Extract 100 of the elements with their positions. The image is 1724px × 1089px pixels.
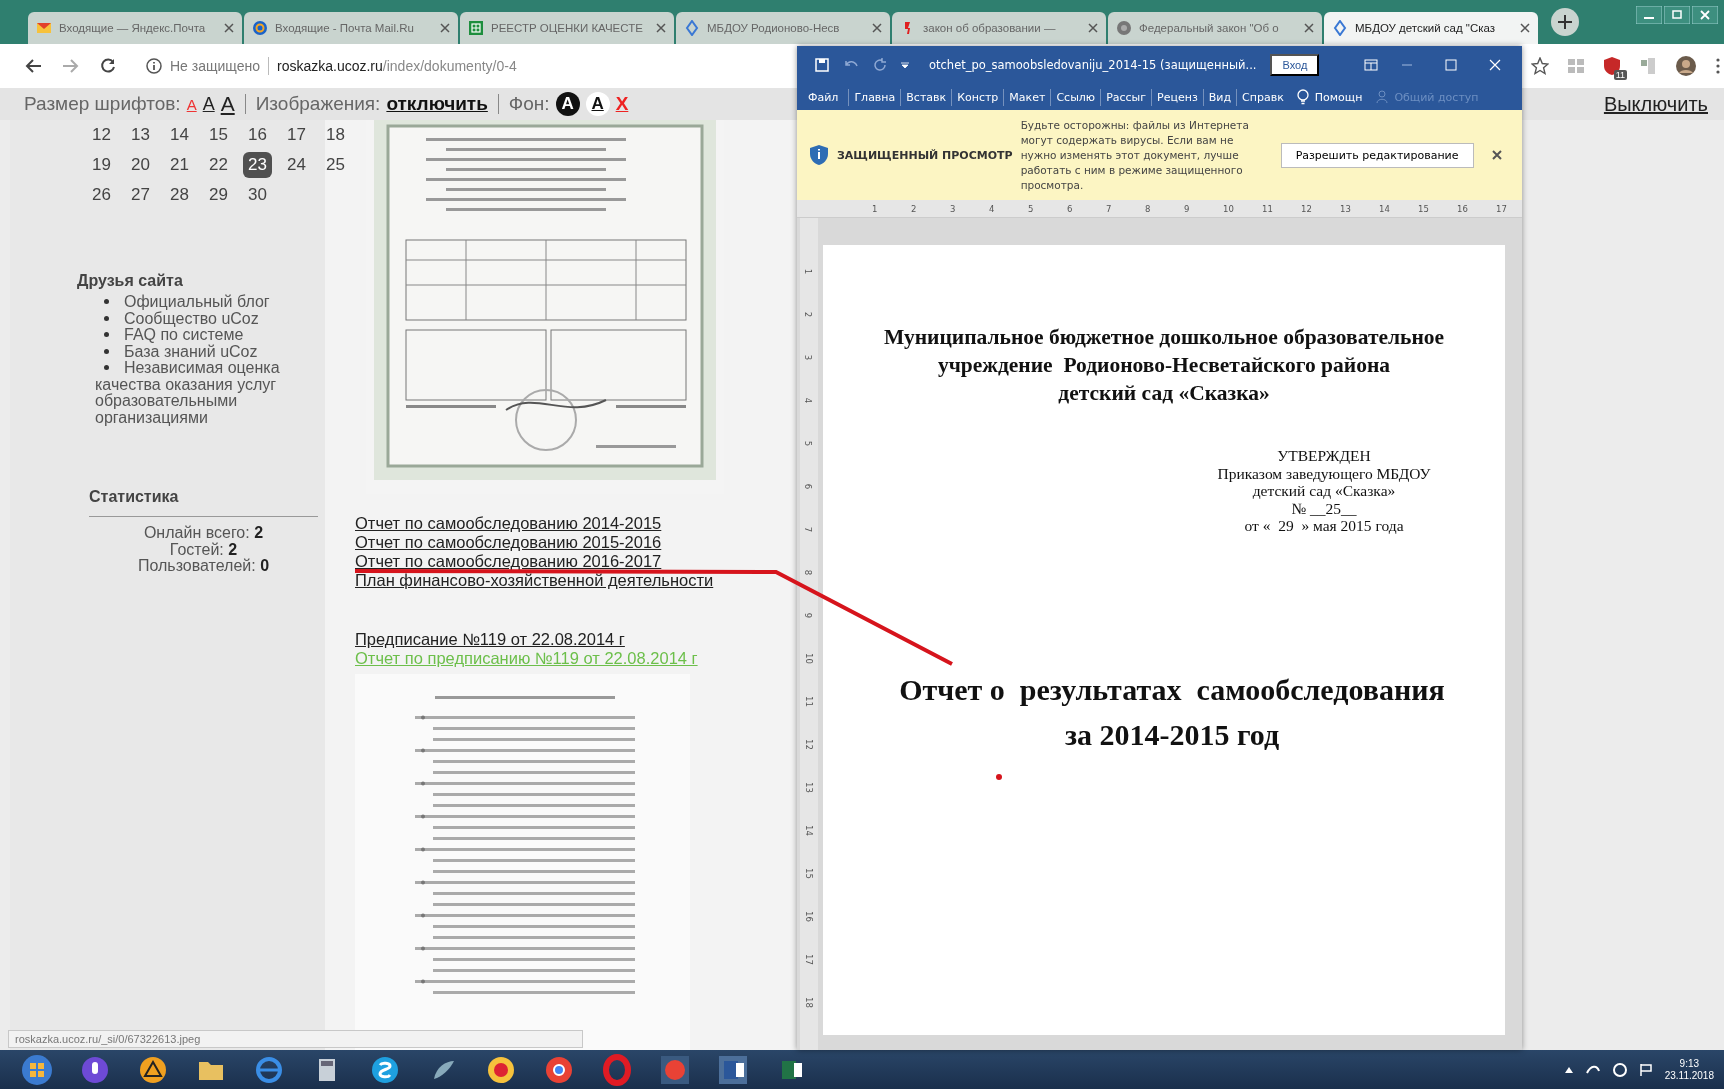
calendar-day[interactable]: 14 (165, 122, 194, 148)
close-icon[interactable] (1692, 6, 1718, 24)
calendar-day[interactable]: 17 (282, 122, 311, 148)
font-size-link[interactable]: A (202, 93, 215, 115)
calendar-day[interactable]: 21 (165, 152, 194, 178)
calendar-day[interactable]: 23 (243, 152, 272, 178)
friend-link[interactable]: Официальный блог (95, 294, 315, 311)
browser-tab[interactable]: Входящие — Яндекс.Почта (28, 12, 242, 44)
vertical-ruler: 1 2 3 4 5 6 7 8 9 10 11 12 13 14 15 16 17 18 (800, 218, 818, 1050)
calendar-day[interactable]: 13 (126, 122, 155, 148)
calendar-day[interactable]: 25 (321, 152, 350, 178)
friend-link[interactable]: Независимая оценка качества оказания услуг образовательными организациями (95, 360, 315, 426)
calendar-day[interactable]: 30 (243, 182, 272, 208)
document-link[interactable]: Отчет по самообследованию 2014-2015 (355, 514, 662, 533)
save-icon[interactable] (815, 58, 829, 72)
calendar-day[interactable]: 29 (204, 182, 233, 208)
browser-tab[interactable]: Федеральный закон "Об о (1108, 12, 1322, 44)
ribbon-tab[interactable]: Главна (848, 88, 901, 106)
star-icon[interactable] (1531, 57, 1549, 75)
calendar-day[interactable]: 20 (126, 152, 155, 178)
browser-tab[interactable]: Входящие - Почта Mail.Ru (244, 12, 458, 44)
minimize-icon[interactable] (1636, 6, 1662, 24)
back-icon[interactable] (24, 58, 42, 74)
close-icon[interactable] (224, 23, 234, 33)
stats-line: Гостей: 2 (168, 541, 239, 558)
disable-link[interactable]: Выключить (1603, 92, 1708, 116)
diamond-icon (1332, 20, 1348, 36)
new-tab-icon[interactable] (1550, 7, 1580, 37)
enable-editing-button[interactable]: Разрешить редактирование (1280, 142, 1474, 168)
calendar-day[interactable]: 22 (204, 152, 233, 178)
background-label: Фон: (508, 93, 550, 115)
start-orb-icon[interactable] (20, 1052, 54, 1087)
help-search[interactable]: Помощн (1296, 89, 1363, 105)
calendar-day[interactable]: 26 (87, 182, 116, 208)
calendar-day[interactable]: 12 (87, 122, 116, 148)
calendar-day[interactable]: 19 (87, 152, 116, 178)
document-link[interactable]: План финансово-хозяйственной деятельности (355, 571, 714, 590)
browser-tab[interactable]: закон об образовании — (892, 12, 1106, 44)
calendar-day[interactable]: 27 (126, 182, 155, 208)
flag-icon[interactable] (1638, 1062, 1653, 1077)
avatar-icon[interactable] (1675, 55, 1697, 77)
ribbon-display-icon[interactable] (1364, 59, 1378, 71)
annotation-dot (996, 774, 1002, 780)
ribbon-tab[interactable]: Рассыг (1100, 88, 1152, 106)
ribbon-tab[interactable]: Справк (1236, 88, 1289, 106)
envelope-icon (36, 20, 52, 36)
emblem-icon (1116, 20, 1132, 36)
approval-line: от « 29 » мая 2015 года (1243, 517, 1405, 535)
background-option[interactable]: A (555, 92, 580, 116)
ribbon-tab[interactable]: Констр (951, 88, 1004, 106)
close-icon[interactable] (440, 23, 450, 33)
reload-icon[interactable] (100, 58, 116, 74)
font-size-label: Размер шрифтов: (24, 93, 181, 115)
clock[interactable]: 9:13 23.11.2018 (1664, 1057, 1714, 1082)
ribbon-tab[interactable]: Реценз (1151, 88, 1203, 106)
close-icon[interactable] (1088, 23, 1098, 33)
approval-line: УТВЕРЖДЕН (1276, 447, 1372, 465)
menu-icon[interactable] (1716, 58, 1720, 74)
close-icon[interactable] (1491, 150, 1502, 160)
calendar-day[interactable]: 28 (165, 182, 194, 208)
ribbon-tab[interactable]: Вставк (900, 88, 952, 106)
approval-line: № __25__ (1290, 499, 1358, 517)
calendar-day[interactable]: 16 (243, 122, 272, 148)
friend-link[interactable]: FAQ по системе (95, 327, 315, 344)
calendar-day[interactable]: 18 (321, 122, 350, 148)
browser-tab[interactable]: МБДОУ Родионово-Несв (676, 12, 890, 44)
sign-in-button[interactable]: Вход (1270, 54, 1320, 76)
ribbon-tab[interactable]: Вид (1202, 88, 1237, 106)
close-icon[interactable] (1304, 23, 1314, 33)
ribbon-tab[interactable]: Файл (803, 88, 849, 106)
shield-icon (809, 144, 829, 166)
security-label: Не защищено (170, 58, 260, 74)
browser-tab[interactable]: РЕЕСТР ОЦЕНКИ КАЧЕСТЕ (460, 12, 674, 44)
tray-arrow-icon[interactable] (1564, 1066, 1573, 1073)
document-heading: детский сад «Сказка» (1057, 380, 1271, 407)
approval-line: Приказом заведующего МБДОУ (1216, 464, 1432, 482)
caret-icon[interactable] (901, 62, 909, 68)
background-option[interactable]: A (585, 92, 610, 116)
ribbon-tab[interactable]: Ссылю (1050, 88, 1101, 106)
section-title: Статистика (89, 488, 318, 517)
close-icon[interactable] (656, 23, 666, 33)
calendar-day[interactable]: 24 (282, 152, 311, 178)
font-size-link[interactable]: A (220, 92, 235, 116)
document-link[interactable]: Предписание №119 от 22.08.2014 г (355, 630, 625, 649)
calendar-day[interactable]: 15 (204, 122, 233, 148)
document-link[interactable]: Отчет по самообследованию 2015-2016 (355, 533, 662, 552)
document-heading: учреждение Родионово-Несветайского района (936, 352, 1392, 379)
spreadsheet-icon (468, 20, 484, 36)
redo-icon[interactable] (873, 58, 887, 72)
ribbon-tab[interactable]: Макет (1003, 88, 1051, 106)
friend-link[interactable]: Сообщество uCoz (95, 310, 315, 327)
document-link[interactable]: Отчет по самообследованию 2016-2017 (355, 552, 662, 571)
browser-tab[interactable]: МБДОУ детский сад "Сказ (1324, 12, 1538, 44)
close-icon[interactable] (872, 23, 882, 33)
stats-line: Онлайн всего: 2 (142, 525, 265, 542)
close-icon[interactable] (1520, 23, 1530, 33)
friend-link[interactable]: База знаний uCoz (95, 343, 315, 360)
diamond-icon (684, 20, 700, 36)
restore-icon[interactable] (1664, 6, 1690, 24)
images-off-link[interactable]: отключить (386, 93, 488, 115)
